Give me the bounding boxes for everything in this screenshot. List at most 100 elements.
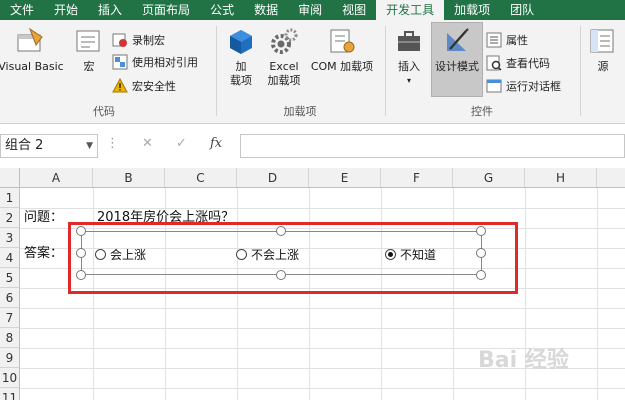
insert-control-button[interactable]: 插入 ▾ xyxy=(392,26,426,88)
tab-file[interactable]: 文件 xyxy=(0,0,44,20)
column-header-e[interactable]: E xyxy=(309,168,381,188)
row-header-1[interactable]: 1 xyxy=(0,188,20,208)
tab-addins[interactable]: 加载项 xyxy=(444,0,500,20)
record-macro-button[interactable]: 录制宏 xyxy=(112,30,165,50)
view-code-label: 查看代码 xyxy=(506,57,550,70)
record-macro-label: 录制宏 xyxy=(132,34,165,47)
macro-security-label: 宏安全性 xyxy=(132,80,176,93)
tab-developer[interactable]: 开发工具 xyxy=(376,0,445,20)
design-mode-button[interactable]: 设计模式 xyxy=(431,22,483,97)
visual-basic-label: Visual Basic xyxy=(0,60,64,73)
cube-icon xyxy=(225,26,257,56)
ribbon-tab-bar: 文件 开始 插入 页面布局 公式 数据 审阅 视图 开发工具 加载项 团队 xyxy=(0,0,625,20)
formula-buttons: ⋮ ✕ ✓ fx xyxy=(106,134,236,158)
group-label-controls: 控件 xyxy=(471,105,493,118)
name-box-value: 组合 2 xyxy=(5,138,44,153)
addins-label-1: 加 xyxy=(235,60,247,73)
row-header-8[interactable]: 8 xyxy=(0,328,20,348)
select-all-corner[interactable] xyxy=(0,168,20,188)
relative-reference-label: 使用相对引用 xyxy=(132,56,198,69)
xml-source-label: 源 xyxy=(597,60,609,73)
row-header-2[interactable]: 2 xyxy=(0,208,20,228)
enter-icon[interactable]: ✓ xyxy=(176,136,187,151)
group-separator xyxy=(580,26,581,116)
relative-reference-icon xyxy=(112,54,128,70)
column-header-c[interactable]: C xyxy=(165,168,237,188)
row-header-11[interactable]: 11 xyxy=(0,388,20,400)
name-box[interactable]: 组合 2 ▼ xyxy=(0,134,98,158)
relative-reference-button[interactable]: 使用相对引用 xyxy=(112,52,198,72)
xml-source-icon xyxy=(587,26,619,56)
tab-home[interactable]: 开始 xyxy=(44,0,88,20)
tab-insert[interactable]: 插入 xyxy=(88,0,132,20)
group-label-code: 代码 xyxy=(93,105,115,118)
macros-button[interactable]: 宏 xyxy=(74,26,104,74)
insert-function-icon[interactable]: fx xyxy=(210,136,222,151)
grid-line xyxy=(20,388,625,389)
row-header-10[interactable]: 10 xyxy=(0,368,20,388)
addins-label-2: 载项 xyxy=(230,74,252,87)
tab-view[interactable]: 视图 xyxy=(332,0,376,20)
design-mode-label: 设计模式 xyxy=(435,60,479,73)
tab-page-layout[interactable]: 页面布局 xyxy=(132,0,200,20)
row-header-7[interactable]: 7 xyxy=(0,308,20,328)
tab-review[interactable]: 审阅 xyxy=(288,0,332,20)
design-mode-icon xyxy=(441,26,473,56)
row-header-6[interactable]: 6 xyxy=(0,288,20,308)
column-header-overflow xyxy=(597,168,625,188)
visual-basic-button[interactable]: Visual Basic xyxy=(0,26,68,74)
formula-input[interactable] xyxy=(240,134,625,158)
macros-label: 宏 xyxy=(83,60,95,73)
row-header-4[interactable]: 4 xyxy=(0,248,20,268)
tab-data[interactable]: 数据 xyxy=(244,0,288,20)
properties-icon xyxy=(486,32,502,48)
group-separator xyxy=(216,26,217,116)
annotation-highlight-box xyxy=(68,222,518,294)
column-header-a[interactable]: A xyxy=(20,168,93,188)
tab-formulas[interactable]: 公式 xyxy=(200,0,244,20)
tab-team[interactable]: 团队 xyxy=(500,0,544,20)
com-addins-icon xyxy=(326,26,358,56)
toolbox-icon xyxy=(393,26,425,56)
ribbon: Visual Basic 宏 录制宏 使用相对引用 宏安全性 代码 加 载项 E… xyxy=(0,20,625,124)
row-header-3[interactable]: 3 xyxy=(0,228,20,248)
column-header-d[interactable]: D xyxy=(237,168,309,188)
com-addins-label: COM 加载项 xyxy=(310,60,374,73)
column-header-b[interactable]: B xyxy=(93,168,165,188)
column-header-f[interactable]: F xyxy=(381,168,453,188)
xml-source-button[interactable]: 源 xyxy=(588,26,618,74)
row-header-5[interactable]: 5 xyxy=(0,268,20,288)
chevron-down-icon[interactable]: ▼ xyxy=(86,135,93,157)
cell-a2[interactable]: 问题： xyxy=(24,208,63,228)
group-label-addins: 加载项 xyxy=(283,105,317,118)
run-dialog-label: 运行对话框 xyxy=(506,80,561,93)
run-dialog-button[interactable]: 运行对话框 xyxy=(486,76,561,96)
formula-bar: 组合 2 ▼ ⋮ ✕ ✓ fx xyxy=(0,124,625,168)
view-code-icon xyxy=(486,55,502,71)
warning-icon xyxy=(112,78,128,94)
record-macro-icon xyxy=(112,32,128,48)
excel-addins-label-1: Excel xyxy=(269,60,299,73)
chevron-down-icon: ▾ xyxy=(406,76,411,85)
grid-line xyxy=(20,328,625,329)
grid-line xyxy=(20,308,625,309)
group-separator xyxy=(385,26,386,116)
column-header-h[interactable]: H xyxy=(525,168,597,188)
excel-addins-label-2: 加载项 xyxy=(267,74,301,87)
macros-icon xyxy=(73,26,105,56)
more-icon: ⋮ xyxy=(106,136,119,151)
view-code-button[interactable]: 查看代码 xyxy=(486,53,550,73)
com-addins-button[interactable]: COM 加载项 xyxy=(305,26,379,74)
macro-security-button[interactable]: 宏安全性 xyxy=(112,76,176,96)
excel-addins-button[interactable]: Excel 加载项 xyxy=(262,26,306,88)
addins-button[interactable]: 加 载项 xyxy=(224,26,258,88)
column-header-g[interactable]: G xyxy=(453,168,525,188)
insert-control-label: 插入 xyxy=(398,60,420,73)
watermark: Bai 经验 xyxy=(478,348,569,373)
cancel-icon[interactable]: ✕ xyxy=(142,136,153,151)
properties-label: 属性 xyxy=(506,34,528,47)
visual-basic-icon xyxy=(15,26,47,56)
properties-button[interactable]: 属性 xyxy=(486,30,528,50)
cell-a4[interactable]: 答案： xyxy=(24,244,63,264)
row-header-9[interactable]: 9 xyxy=(0,348,20,368)
